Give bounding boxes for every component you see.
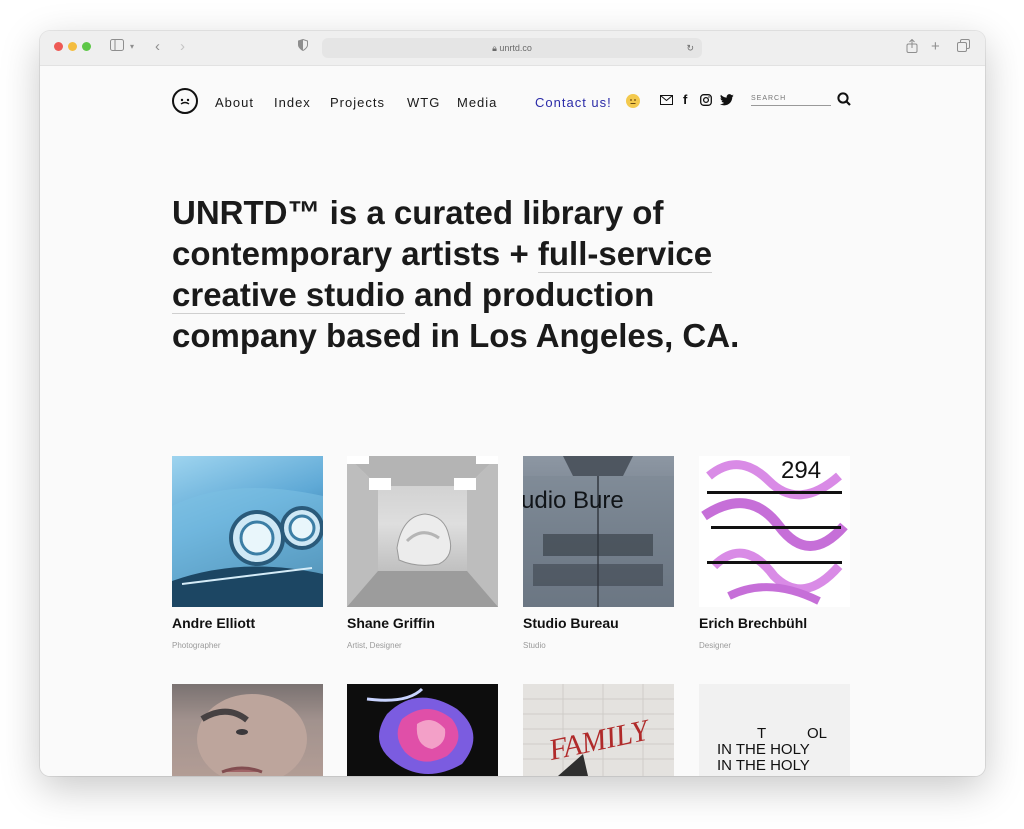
lock-icon: 🔒︎ (492, 43, 497, 53)
privacy-shield-icon[interactable] (298, 38, 308, 55)
artist-thumbnail[interactable]: udio Bure (523, 456, 674, 607)
browser-window: ▾ ‹ › 🔒︎ unrtd.co ↻ + About Index Projec… (40, 31, 985, 776)
artist-thumbnail[interactable]: T OL IN THE HOLY IN THE HOLY (699, 684, 850, 776)
emoji-icon (626, 94, 640, 108)
nav-wtg[interactable]: WTG (407, 95, 440, 110)
artwork-text: OL (807, 725, 827, 742)
artwork-text: udio Bure (523, 487, 624, 514)
artist-name[interactable]: Shane Griffin (347, 615, 498, 631)
logo-icon[interactable] (172, 88, 198, 114)
web-page: About Index Projects WTG Media Contact u… (40, 66, 985, 776)
nav-about[interactable]: About (215, 95, 254, 110)
artist-thumbnail[interactable]: 294 (699, 456, 850, 607)
artist-role: Artist, Designer (347, 641, 402, 650)
instagram-icon[interactable] (700, 94, 712, 109)
artist-thumbnail[interactable] (172, 684, 323, 776)
back-icon[interactable]: ‹ (155, 39, 160, 55)
artwork-text: IN THE HOLY (717, 741, 810, 758)
nav-media[interactable]: Media (457, 95, 497, 110)
address-bar[interactable]: 🔒︎ unrtd.co ↻ (322, 38, 702, 58)
artist-role: Photographer (172, 641, 221, 650)
search-icon[interactable] (837, 92, 851, 109)
share-icon[interactable] (906, 38, 918, 57)
hero-heading: UNRTD™ is a curated library of contempor… (172, 192, 772, 356)
minimize-window-button[interactable] (68, 42, 77, 51)
artist-card[interactable]: 294 Erich Brechbühl Designer (699, 456, 850, 650)
close-window-button[interactable] (54, 42, 63, 51)
search-input[interactable] (751, 91, 831, 106)
artist-card[interactable]: udio Bure Studio Bureau Studio (523, 456, 674, 650)
artist-name[interactable]: Erich Brechbühl (699, 615, 850, 631)
twitter-icon[interactable] (719, 94, 734, 109)
artist-thumbnail[interactable]: FAMILY (523, 684, 674, 776)
url-text: unrtd.co (499, 43, 532, 53)
new-tab-icon[interactable]: + (931, 39, 940, 55)
artist-name[interactable]: Andre Elliott (172, 615, 323, 631)
artist-card[interactable]: Shane Griffin Artist, Designer (347, 456, 498, 650)
facebook-icon[interactable]: f (683, 92, 687, 107)
sidebar-icon[interactable] (110, 39, 124, 55)
reload-icon[interactable]: ↻ (686, 38, 694, 58)
artist-role: Designer (699, 641, 732, 650)
zoom-window-button[interactable] (82, 42, 91, 51)
artwork-text: 294 (781, 457, 821, 484)
forward-icon[interactable]: › (180, 39, 185, 55)
chevron-down-icon[interactable]: ▾ (130, 39, 134, 55)
artwork-text: T (757, 725, 766, 742)
nav-index[interactable]: Index (274, 95, 311, 110)
tab-overview-icon[interactable] (957, 39, 970, 56)
mail-icon[interactable] (660, 94, 673, 108)
contact-link[interactable]: Contact us! (535, 95, 612, 110)
artist-thumbnail[interactable] (347, 684, 498, 776)
artist-name[interactable]: Studio Bureau (523, 615, 674, 631)
artist-thumbnail[interactable] (172, 456, 323, 607)
nav-projects[interactable]: Projects (330, 95, 385, 110)
browser-toolbar: ▾ ‹ › 🔒︎ unrtd.co ↻ + (40, 31, 985, 66)
artist-card[interactable]: Andre Elliott Photographer (172, 456, 323, 650)
artist-role: Studio (523, 641, 546, 650)
artist-thumbnail[interactable] (347, 456, 498, 607)
artwork-text: IN THE HOLY (717, 757, 810, 774)
